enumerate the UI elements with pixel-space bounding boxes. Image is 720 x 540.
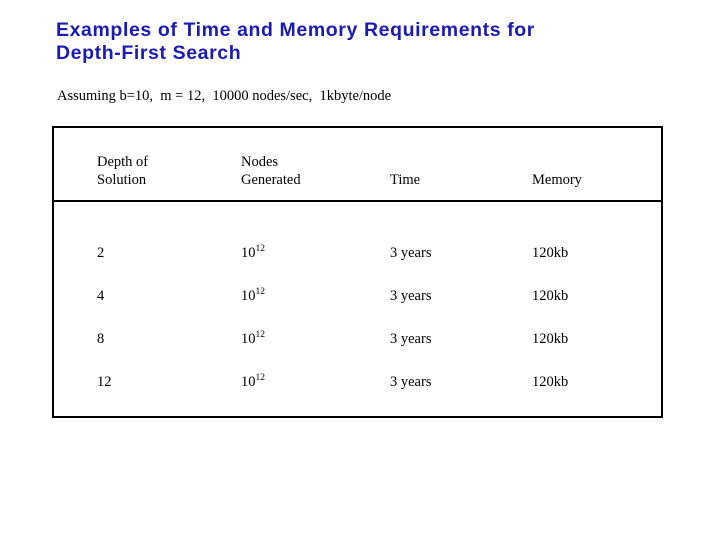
table-row: 4 — [97, 288, 105, 304]
column-header-memory: Memory — [532, 172, 582, 188]
nodes-exponent: 12 — [255, 287, 266, 298]
header-separator-rule — [54, 200, 661, 202]
nodes-base: 10 — [241, 288, 256, 304]
table-row: 1012 — [241, 287, 265, 305]
nodes-base: 10 — [241, 331, 256, 347]
page-title: Examples of Time and Memory Requirements… — [56, 19, 535, 64]
requirements-table: Depth of Solution Nodes Generated Time M… — [52, 126, 663, 418]
column-header-depth-line2: Solution — [97, 172, 147, 188]
table-row: 3 years — [390, 331, 432, 347]
nodes-base: 10 — [241, 245, 256, 261]
table-row: 120kb — [532, 374, 569, 390]
table-row: 8 — [97, 331, 105, 347]
table-row: 2 — [97, 245, 105, 261]
nodes-exponent: 12 — [255, 330, 266, 341]
table-row: 1012 — [241, 244, 265, 262]
assumption-text: Assuming b=10, m = 12, 10000 nodes/sec, … — [57, 88, 392, 104]
table-row: 3 years — [390, 245, 432, 261]
table-row: 3 years — [390, 374, 432, 390]
nodes-exponent: 12 — [255, 373, 266, 384]
table-row: 12 — [97, 374, 112, 390]
table-row: 120kb — [532, 288, 569, 304]
table-row: 120kb — [532, 245, 569, 261]
column-header-nodes-line2: Generated — [241, 172, 301, 188]
column-header-depth-line1: Depth of — [97, 154, 149, 170]
column-header-nodes-line1: Nodes — [241, 154, 279, 170]
table-row: 120kb — [532, 331, 569, 347]
table-row: 3 years — [390, 288, 432, 304]
table-row: 1012 — [241, 373, 265, 391]
table-row: 1012 — [241, 330, 265, 348]
nodes-exponent: 12 — [255, 244, 266, 255]
nodes-base: 10 — [241, 374, 256, 390]
column-header-time: Time — [390, 172, 421, 188]
